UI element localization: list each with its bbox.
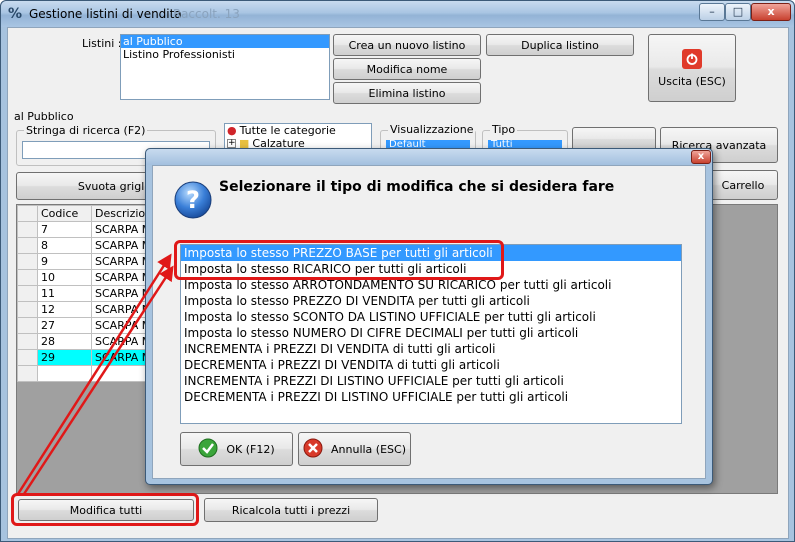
arrow-to-option-1 <box>16 253 172 495</box>
arrow-to-option-2 <box>22 265 174 495</box>
annotation-arrows <box>16 253 174 495</box>
